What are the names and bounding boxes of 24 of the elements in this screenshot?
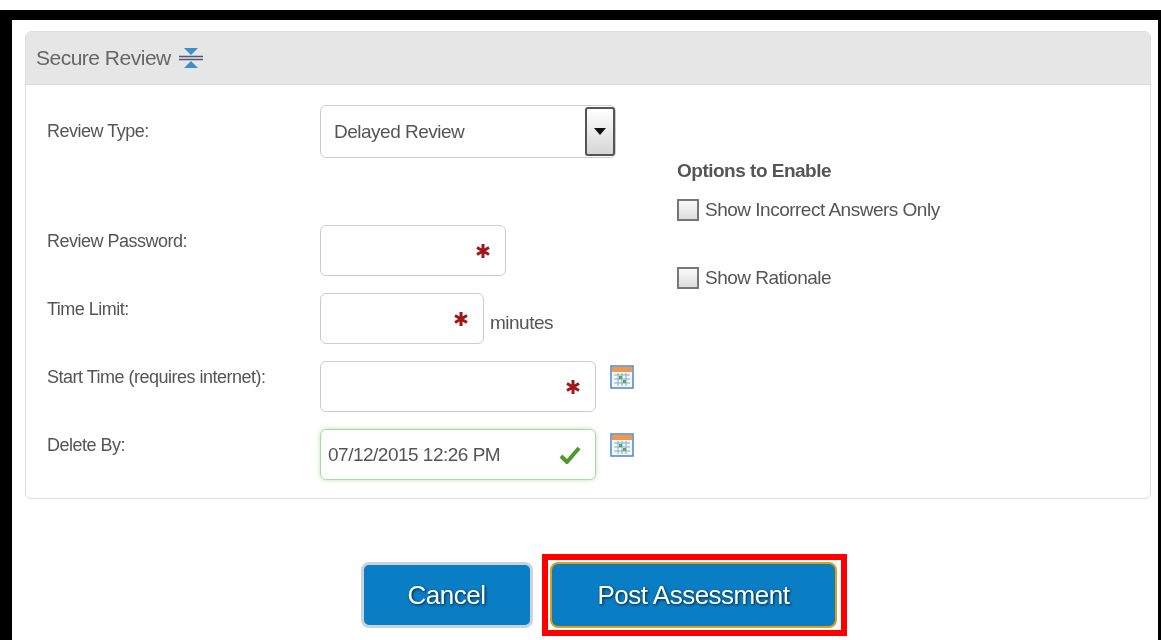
collapse-icon[interactable] <box>176 46 205 70</box>
action-button[interactable]: Post Assessment <box>549 562 838 628</box>
calendar-icon[interactable] <box>610 433 634 457</box>
review-type-dropdown[interactable]: Delayed Review <box>320 105 616 158</box>
checkmark-icon <box>559 445 581 464</box>
field-label: Start Time (requires internet): <box>47 366 267 388</box>
field-label: Time Limit: <box>47 298 130 320</box>
unit-label: minutes <box>490 310 554 334</box>
field-label: Delete By: <box>47 434 127 456</box>
caret-icon <box>594 128 606 135</box>
checkbox-label: Show Incorrect Answers Only <box>705 199 940 221</box>
input-field[interactable] <box>320 361 596 412</box>
options-heading: Options to Enable <box>677 160 833 182</box>
panel-title: Secure Review <box>36 46 171 70</box>
input-field[interactable]: 07/12/2015 12:26 PM <box>320 429 596 480</box>
field-label: Review Type: <box>47 121 150 142</box>
calendar-icon[interactable] <box>610 365 634 389</box>
input-field[interactable] <box>320 225 506 276</box>
checkbox[interactable] <box>677 267 699 289</box>
checkbox[interactable] <box>677 199 699 221</box>
field-label: Review Password: <box>47 230 189 252</box>
action-button[interactable]: Cancel <box>360 562 533 628</box>
checkbox-label: Show Rationale <box>705 267 832 289</box>
input-field[interactable] <box>320 293 484 344</box>
